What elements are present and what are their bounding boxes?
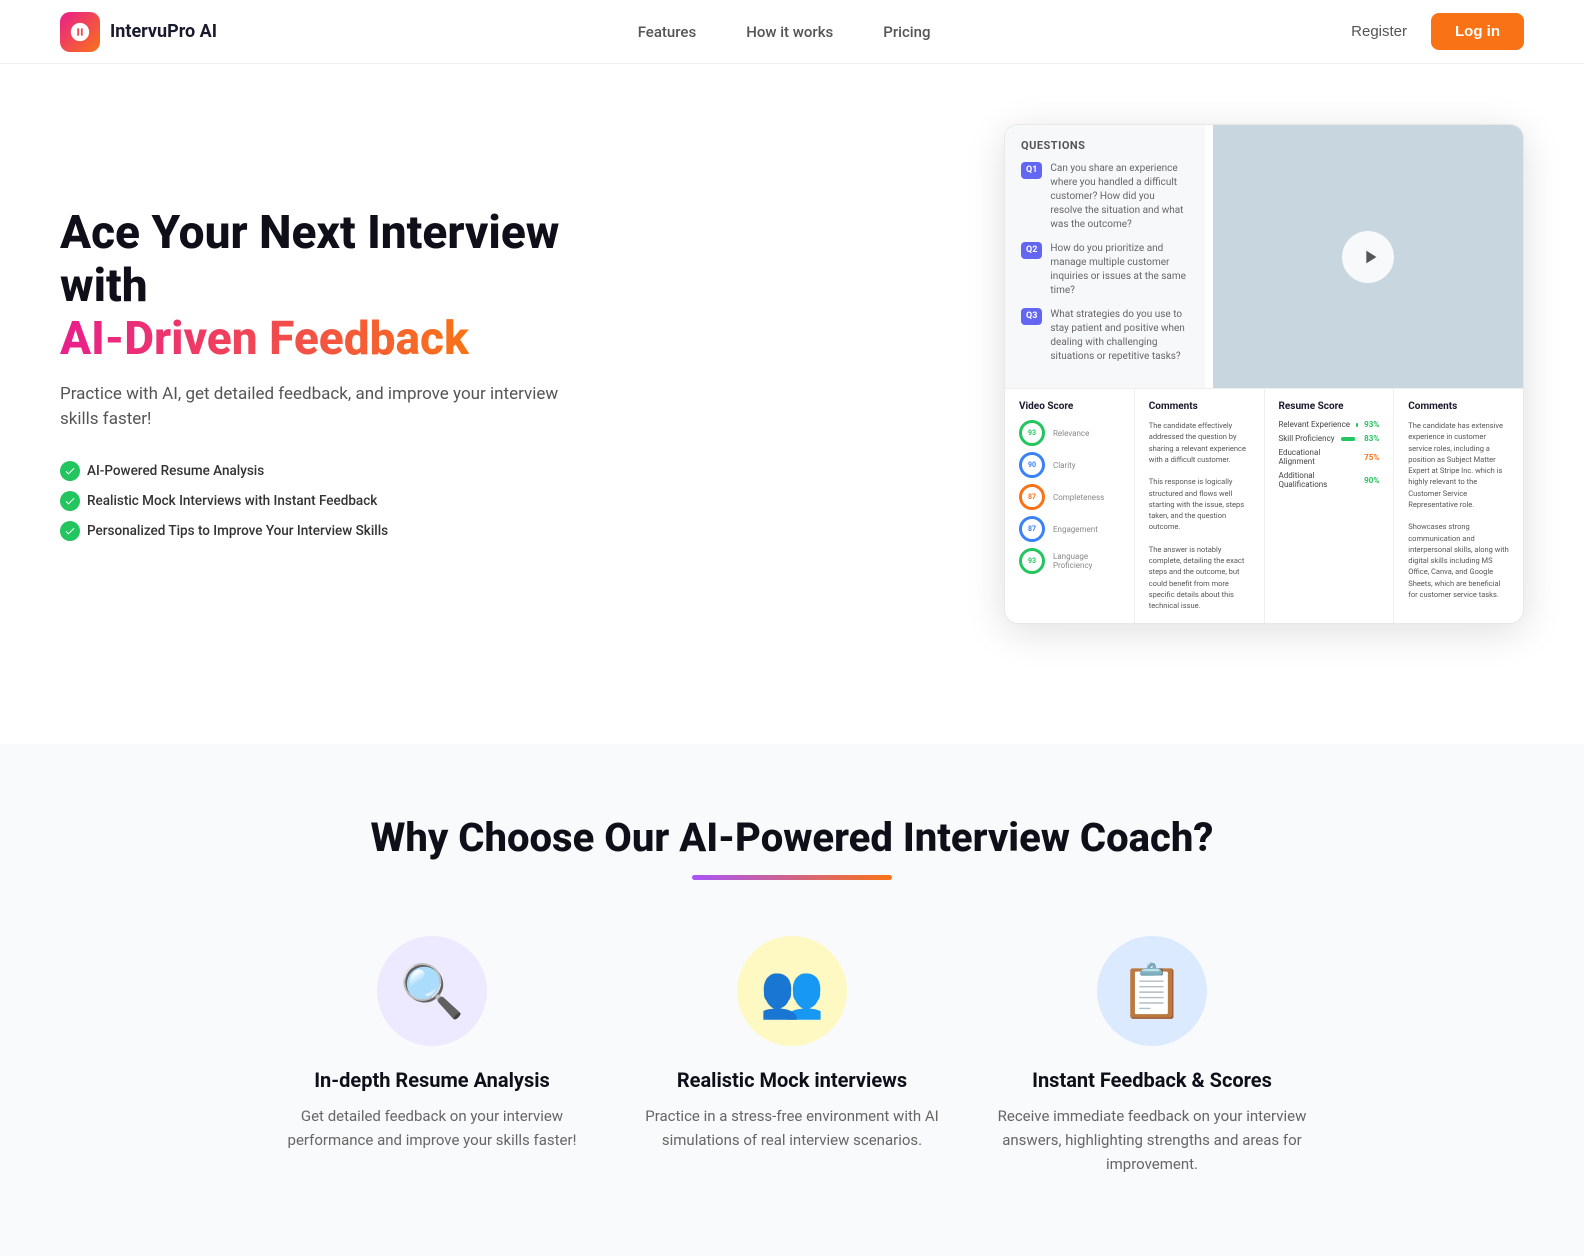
sc-question-1: Q1 Can you share an experience where you… <box>1021 162 1189 232</box>
sc-resume-comments: Comments The candidate has extensive exp… <box>1394 389 1523 623</box>
logo-icon <box>60 12 100 52</box>
hero-section: Ace Your Next Interview with AI-Driven F… <box>0 64 1584 664</box>
sc-metric-5: 93 Language Proficiency <box>1019 548 1120 574</box>
sc-question-2: Q2 How do you prioritize and manage mult… <box>1021 242 1189 298</box>
screenshot-card: Questions Q1 Can you share an experience… <box>1004 124 1524 624</box>
sc-score-row-1: Relevant Experience 93% <box>1279 420 1380 429</box>
why-card-title-resume: In-depth Resume Analysis <box>314 1068 550 1092</box>
hero-screenshot: Questions Q1 Can you share an experience… <box>964 124 1524 624</box>
sc-q-num-3: Q3 <box>1021 308 1042 325</box>
sc-questions-panel: Questions Q1 Can you share an experience… <box>1005 125 1205 388</box>
check-icon-3 <box>60 521 80 541</box>
feature-label-1: AI-Powered Resume Analysis <box>87 463 264 479</box>
hero-left: Ace Your Next Interview with AI-Driven F… <box>60 207 560 541</box>
why-title: Why Choose Our AI-Powered Interview Coac… <box>60 814 1524 861</box>
sc-donut-relevance: 93 <box>1019 420 1045 446</box>
hero-features: AI-Powered Resume Analysis Realistic Moc… <box>60 461 560 541</box>
nav-links: Features How it works Pricing <box>638 23 931 41</box>
sc-q-num-1: Q1 <box>1021 162 1042 179</box>
sc-metric-3: 87 Completeness <box>1019 484 1120 510</box>
sc-resume-comments-text: The candidate has extensive experience i… <box>1408 420 1509 600</box>
sc-comments-text: The candidate effectively addressed the … <box>1149 420 1250 611</box>
sc-video-score: Video Score 93 Relevance 90 Clarity 87 C… <box>1005 389 1135 623</box>
sc-metric-1: 93 Relevance <box>1019 420 1120 446</box>
why-cards: 🔍 In-depth Resume Analysis Get detailed … <box>60 936 1524 1176</box>
nav-actions: Register Log in <box>1351 13 1524 50</box>
sc-video-panel <box>1213 125 1523 388</box>
why-icon-resume: 🔍 <box>377 936 487 1046</box>
why-card-title-feedback: Instant Feedback & Scores <box>1032 1068 1272 1092</box>
navbar: IntervuPro AI Features How it works Pric… <box>0 0 1584 64</box>
nav-pricing[interactable]: Pricing <box>883 23 930 41</box>
sc-donut-clarity: 90 <box>1019 452 1045 478</box>
sc-video-score-title: Video Score <box>1019 401 1120 412</box>
hero-subtitle: Practice with AI, get detailed feedback,… <box>60 382 560 433</box>
why-card-desc-feedback: Receive immediate feedback on your inter… <box>992 1104 1312 1176</box>
why-underline <box>692 875 892 880</box>
sc-resume-score: Resume Score Relevant Experience 93% Ski… <box>1265 389 1395 623</box>
sc-q-num-2: Q2 <box>1021 242 1042 259</box>
sc-score-row-2: Skill Proficiency 83% <box>1279 434 1380 443</box>
sc-top: Questions Q1 Can you share an experience… <box>1005 125 1523 388</box>
sc-question-3: Q3 What strategies do you use to stay pa… <box>1021 308 1189 364</box>
sc-q-text-3: What strategies do you use to stay patie… <box>1050 308 1189 364</box>
sc-donut-language: 93 <box>1019 548 1045 574</box>
feature-label-2: Realistic Mock Interviews with Instant F… <box>87 493 377 509</box>
hero-feature-3: Personalized Tips to Improve Your Interv… <box>60 521 388 541</box>
sc-q-text-2: How do you prioritize and manage multipl… <box>1050 242 1189 298</box>
hero-feature-2: Realistic Mock Interviews with Instant F… <box>60 491 377 511</box>
why-card-title-mock: Realistic Mock interviews <box>677 1068 907 1092</box>
check-icon-2 <box>60 491 80 511</box>
sc-bottom: Video Score 93 Relevance 90 Clarity 87 C… <box>1005 388 1523 623</box>
nav-how-it-works[interactable]: How it works <box>746 23 833 41</box>
sc-score-row-4: Additional Qualifications 90% <box>1279 471 1380 489</box>
sc-q-text-1: Can you share an experience where you ha… <box>1050 162 1189 232</box>
hero-title-line1: Ace Your Next Interview with <box>60 206 559 313</box>
sc-resume-comments-title: Comments <box>1408 401 1509 412</box>
play-button[interactable] <box>1342 231 1394 283</box>
why-card-desc-mock: Practice in a stress-free environment wi… <box>632 1104 952 1152</box>
logo-svg <box>69 21 91 43</box>
why-card-resume: 🔍 In-depth Resume Analysis Get detailed … <box>272 936 592 1176</box>
hero-feature-1: AI-Powered Resume Analysis <box>60 461 264 481</box>
sc-questions-title: Questions <box>1021 139 1189 152</box>
sc-metric-2: 90 Clarity <box>1019 452 1120 478</box>
login-button[interactable]: Log in <box>1431 13 1524 50</box>
why-card-feedback: 📋 Instant Feedback & Scores Receive imme… <box>992 936 1312 1176</box>
hero-title: Ace Your Next Interview with AI-Driven F… <box>60 207 560 366</box>
check-icon-1 <box>60 461 80 481</box>
sc-resume-score-title: Resume Score <box>1279 401 1380 412</box>
why-card-mock: 👥 Realistic Mock interviews Practice in … <box>632 936 952 1176</box>
sc-score-row-3: Educational Alignment 75% <box>1279 448 1380 466</box>
register-button[interactable]: Register <box>1351 23 1407 40</box>
why-card-desc-resume: Get detailed feedback on your interview … <box>272 1104 592 1152</box>
why-icon-mock: 👥 <box>737 936 847 1046</box>
why-section: Why Choose Our AI-Powered Interview Coac… <box>0 744 1584 1256</box>
nav-features[interactable]: Features <box>638 23 696 41</box>
why-icon-feedback: 📋 <box>1097 936 1207 1046</box>
sc-donut-completeness: 87 <box>1019 484 1045 510</box>
sc-donut-engagement: 87 <box>1019 516 1045 542</box>
logo-text: IntervuPro AI <box>110 21 217 42</box>
sc-comments-title: Comments <box>1149 401 1250 412</box>
sc-video-comments: Comments The candidate effectively addre… <box>1135 389 1265 623</box>
feature-label-3: Personalized Tips to Improve Your Interv… <box>87 523 388 539</box>
sc-metric-4: 87 Engagement <box>1019 516 1120 542</box>
hero-title-gradient: AI-Driven Feedback <box>60 312 469 366</box>
section-divider <box>0 664 1584 744</box>
logo[interactable]: IntervuPro AI <box>60 12 217 52</box>
